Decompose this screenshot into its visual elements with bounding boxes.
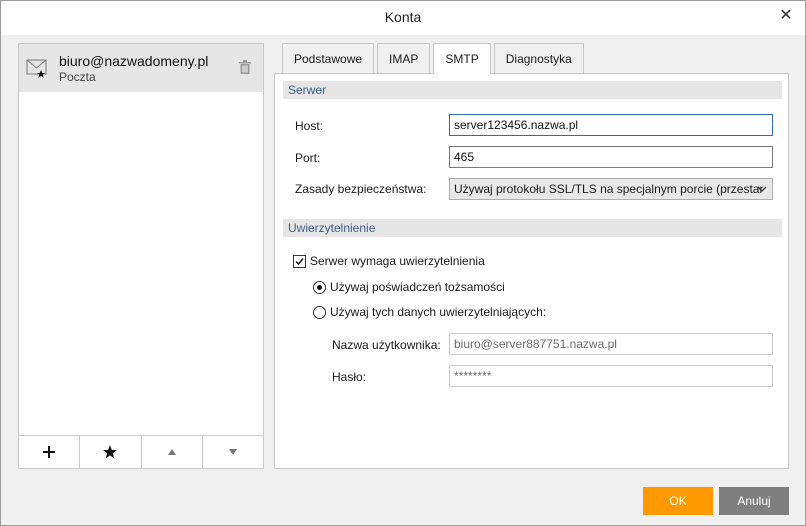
accounts-dialog: Konta ✕ biuro@nazwadomeny.pl Poczta Pods… bbox=[0, 0, 806, 526]
move-up-button[interactable] bbox=[142, 436, 203, 468]
cancel-button[interactable]: Anuluj bbox=[719, 487, 789, 515]
account-toolbar bbox=[19, 435, 263, 468]
use-these-label: Używaj tych danych uwierzytelniających: bbox=[330, 305, 547, 319]
account-name: biuro@nazwadomeny.pl bbox=[59, 53, 209, 69]
security-label: Zasady bezpieczeństwa: bbox=[295, 182, 427, 196]
host-label: Host: bbox=[295, 119, 324, 133]
tab-bar: Podstawowe IMAP SMTP Diagnostyka bbox=[282, 43, 587, 74]
security-select[interactable]: Używaj protokołu SSL/TLS na specjalnym p… bbox=[449, 178, 773, 200]
requires-auth-checkbox[interactable]: Serwer wymaga uwierzytelnienia bbox=[293, 254, 485, 268]
tab-smtp[interactable]: SMTP bbox=[433, 43, 491, 74]
use-these-radio[interactable]: Używaj tych danych uwierzytelniających: bbox=[313, 305, 546, 319]
checkbox-box[interactable] bbox=[293, 254, 306, 268]
username-label: Nazwa użytkownika: bbox=[332, 338, 441, 352]
use-identity-label: Używaj poświadczeń tożsamości bbox=[330, 280, 505, 294]
checkmark-icon bbox=[295, 257, 304, 265]
trash-icon[interactable] bbox=[239, 60, 251, 74]
triangle-up-icon bbox=[167, 449, 176, 455]
password-label: Hasło: bbox=[332, 370, 367, 384]
star-icon bbox=[103, 445, 118, 459]
window-title: Konta bbox=[384, 9, 422, 25]
mail-envelope-icon bbox=[26, 59, 47, 78]
triangle-down-icon bbox=[228, 449, 237, 455]
username-input[interactable]: biuro@server887751.nazwa.pl bbox=[449, 333, 773, 355]
tab-imap[interactable]: IMAP bbox=[377, 43, 431, 73]
requires-auth-label: Serwer wymaga uwierzytelnienia bbox=[310, 254, 485, 268]
section-server: Serwer bbox=[283, 81, 782, 99]
ok-button[interactable]: OK bbox=[643, 487, 713, 515]
radio-unselected[interactable] bbox=[313, 305, 326, 319]
host-input[interactable]: server123456.nazwa.pl bbox=[449, 114, 773, 136]
port-label: Port: bbox=[295, 151, 321, 165]
chevron-down-icon bbox=[757, 186, 767, 192]
account-type: Poczta bbox=[59, 70, 96, 84]
radio-selected[interactable] bbox=[313, 280, 326, 294]
plus-icon bbox=[43, 446, 56, 458]
security-select-value: Używaj protokołu SSL/TLS na specjalnym p… bbox=[454, 182, 764, 196]
smtp-panel: Serwer Host: server123456.nazwa.pl Port:… bbox=[274, 73, 789, 469]
title-bar: Konta ✕ bbox=[1, 1, 805, 35]
port-input[interactable]: 465 bbox=[449, 146, 773, 168]
add-account-button[interactable] bbox=[19, 436, 81, 468]
set-default-button[interactable] bbox=[80, 436, 142, 468]
account-item[interactable]: biuro@nazwadomeny.pl Poczta bbox=[19, 44, 263, 92]
account-list: biuro@nazwadomeny.pl Poczta bbox=[18, 43, 264, 469]
close-icon[interactable]: ✕ bbox=[777, 7, 795, 25]
tab-diagnostics[interactable]: Diagnostyka bbox=[493, 43, 584, 73]
move-down-button[interactable] bbox=[203, 436, 263, 468]
section-auth: Uwierzytelnienie bbox=[283, 219, 782, 237]
tab-basic[interactable]: Podstawowe bbox=[282, 43, 375, 73]
password-input[interactable]: ******** bbox=[449, 365, 773, 387]
use-identity-radio[interactable]: Używaj poświadczeń tożsamości bbox=[313, 280, 505, 294]
